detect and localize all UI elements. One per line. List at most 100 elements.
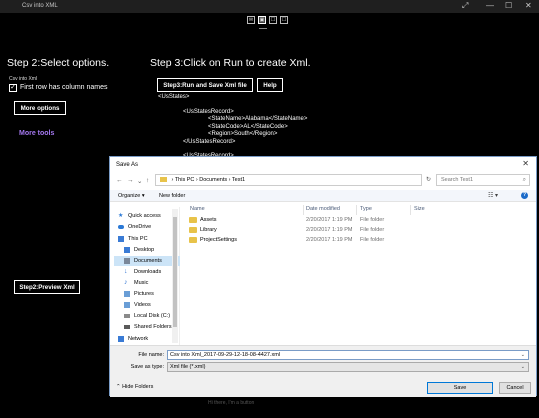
- dialog-help-icon[interactable]: ?: [521, 192, 528, 199]
- sidebar-item-network[interactable]: Network: [114, 335, 180, 343]
- save-type-value: Xml file (*.xml): [170, 364, 206, 370]
- table-row[interactable]: Assets 2/20/2017 1:19 PM File folder: [185, 215, 525, 225]
- column-divider[interactable]: [356, 205, 357, 215]
- hide-folders-label: Hide Folders: [122, 384, 154, 390]
- address-bar[interactable]: › This PC › Documents › Test1: [155, 174, 422, 186]
- network-drive-icon: [124, 325, 130, 329]
- command-bar: Organize ▾ New folder ☷ ▾ ?: [110, 190, 536, 202]
- save-type-select[interactable]: Xml file (*.xml) ⌄: [167, 362, 529, 372]
- sidebar-item-documents[interactable]: Documents: [114, 256, 180, 266]
- first-row-label: First row has column names: [20, 84, 108, 91]
- title-bar: Csv into XML ⤢ — ☐ ✕: [0, 0, 539, 13]
- mail-icon[interactable]: ✉: [247, 16, 255, 24]
- file-type: File folder: [360, 217, 385, 223]
- column-header-date[interactable]: Date modified: [306, 206, 340, 212]
- network-icon: [118, 336, 124, 342]
- settings-icon[interactable]: ☐: [280, 16, 288, 24]
- file-name-label: File name:: [138, 352, 164, 358]
- column-divider[interactable]: [410, 205, 411, 215]
- navigation-pane: ★ Quick access OneDrive This PC Desktop D…: [114, 207, 180, 345]
- step2-heading: Step 2:Select options.: [7, 57, 110, 69]
- file-name-field[interactable]: Csv into Xml_2017-09-29-12-18-08-4427.xm…: [167, 350, 529, 360]
- music-icon: ♪: [124, 279, 128, 286]
- refresh-icon[interactable]: ↻: [426, 176, 431, 183]
- file-name: Assets: [200, 217, 217, 223]
- desktop-icon: [124, 247, 130, 253]
- sidebar-item-videos[interactable]: Videos: [114, 300, 180, 310]
- close-icon[interactable]: ✕: [525, 1, 532, 10]
- cloud-icon: [118, 225, 124, 229]
- sidebar-item-shared-folders[interactable]: Shared Folders (: [114, 322, 180, 332]
- xml-line: <UsStatesRecord>: [183, 109, 234, 115]
- view-options-icon[interactable]: ☷ ▾: [488, 192, 498, 199]
- sidebar-item-this-pc[interactable]: This PC: [114, 234, 180, 244]
- folder-icon: [160, 177, 167, 183]
- breadcrumb-test1[interactable]: Test1: [232, 177, 245, 183]
- save-button[interactable]: Save: [427, 382, 493, 394]
- up-arrow-icon[interactable]: ↑: [146, 177, 149, 184]
- search-input[interactable]: Search Test1 ⌕: [436, 174, 530, 186]
- file-name-value: Csv into Xml_2017-09-29-12-18-08-4427.xm…: [170, 352, 281, 358]
- footer-text: Hi there, I'm a button: [208, 400, 255, 406]
- preview-xml-button[interactable]: Step2:Preview Xml: [14, 280, 80, 294]
- more-tools-link[interactable]: More tools: [19, 130, 54, 137]
- sidebar-item-pictures[interactable]: Pictures: [114, 289, 180, 299]
- checkbox-caption: Csv into Xml: [9, 76, 38, 82]
- first-row-checkbox[interactable]: ✓: [9, 84, 17, 92]
- breadcrumb-this-pc[interactable]: This PC: [175, 177, 195, 183]
- file-type: File folder: [360, 227, 385, 233]
- folder-icon: [189, 217, 197, 223]
- window-icon[interactable]: ☐: [269, 16, 277, 24]
- column-header-type[interactable]: Type: [360, 206, 372, 212]
- maximize-icon[interactable]: ☐: [505, 1, 512, 10]
- forward-arrow-icon[interactable]: →: [127, 177, 134, 184]
- column-header-size[interactable]: Size: [414, 206, 425, 212]
- organize-menu[interactable]: Organize ▾: [118, 193, 145, 199]
- restore-icon[interactable]: ⤢: [462, 1, 468, 11]
- dialog-close-icon[interactable]: ✕: [522, 159, 529, 168]
- run-save-button[interactable]: Step3:Run and Save Xml file: [157, 78, 253, 92]
- sidebar-item-desktop[interactable]: Desktop: [114, 245, 180, 255]
- search-placeholder: Search Test1: [441, 177, 474, 183]
- sidebar-item-quick-access[interactable]: ★ Quick access: [114, 211, 180, 221]
- back-arrow-icon[interactable]: ←: [116, 177, 123, 184]
- more-options-button[interactable]: More options: [14, 101, 66, 115]
- column-header-name[interactable]: Name: [190, 206, 205, 212]
- help-button[interactable]: Help: [257, 78, 283, 92]
- address-row: ← → ⌄ ↑ › This PC › Documents › Test1 ↻ …: [110, 173, 536, 189]
- app-title: Csv into XML: [22, 3, 58, 9]
- minimize-icon[interactable]: —: [486, 1, 494, 10]
- table-row[interactable]: ProjectSettings 2/20/2017 1:19 PM File f…: [185, 235, 525, 245]
- breadcrumb-sep: ›: [228, 177, 231, 183]
- search-icon: ⌕: [522, 177, 526, 183]
- breadcrumb-sep: ›: [195, 177, 198, 183]
- videos-icon: [124, 302, 130, 308]
- disk-icon: [124, 314, 130, 318]
- new-folder-button[interactable]: New folder: [159, 193, 185, 199]
- hide-folders-toggle[interactable]: ⌃ Hide Folders: [116, 384, 153, 390]
- cancel-button[interactable]: Cancel: [499, 382, 531, 394]
- folder-icon: [189, 237, 197, 243]
- sidebar-item-local-disk[interactable]: Local Disk (C:): [114, 311, 180, 321]
- chevron-up-icon: ⌃: [116, 384, 121, 390]
- file-name: ProjectSettings: [200, 237, 237, 243]
- recent-chevron-icon[interactable]: ⌄: [137, 177, 142, 185]
- sidebar-item-downloads[interactable]: ↓ Downloads: [114, 267, 180, 277]
- step3-heading: Step 3:Click on Run to create Xml.: [150, 57, 311, 69]
- breadcrumb-sep: ›: [171, 177, 174, 183]
- table-row[interactable]: Library 2/20/2017 1:19 PM File folder: [185, 225, 525, 235]
- scrollbar-thumb[interactable]: [173, 217, 177, 327]
- save-type-label: Save as type:: [130, 364, 164, 370]
- xml-line: </UsStatesRecord>: [183, 139, 236, 145]
- xml-line: <StateCode>AL</StateCode>: [208, 124, 288, 130]
- chevron-down-icon[interactable]: ⌄: [521, 351, 525, 359]
- preview-icon[interactable]: ▣: [258, 16, 266, 24]
- downloads-icon: ↓: [124, 268, 128, 275]
- sidebar-scrollbar[interactable]: [172, 209, 178, 343]
- column-divider[interactable]: [303, 205, 304, 215]
- sidebar-item-music[interactable]: ♪ Music: [114, 278, 180, 288]
- breadcrumb-documents[interactable]: Documents: [199, 177, 227, 183]
- sidebar-item-onedrive[interactable]: OneDrive: [114, 222, 180, 232]
- chevron-down-icon[interactable]: ⌄: [521, 363, 525, 371]
- star-icon: ★: [118, 213, 124, 219]
